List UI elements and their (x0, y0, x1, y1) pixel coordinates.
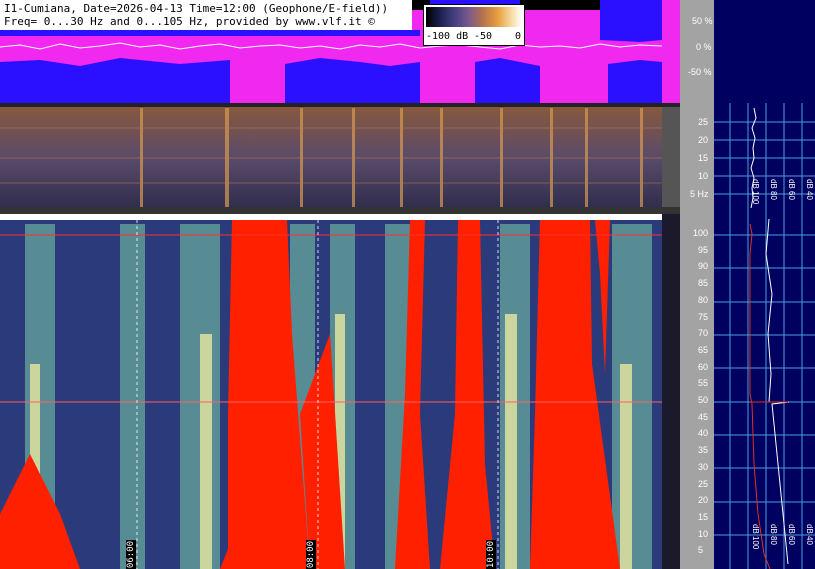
side-db60: dB 60 (787, 524, 796, 545)
freq-tick-40: 40 (698, 428, 709, 439)
freq-tick-50: 50 (698, 395, 709, 405)
low-freq-spectrogram (0, 103, 680, 214)
lf-tick-25: 25 (698, 117, 709, 127)
freq-tick-60: 60 (698, 361, 709, 372)
freq-tick-55: 55 (698, 378, 709, 389)
freq-tick-10: 10 (698, 528, 709, 539)
lf-tick-20: 20 (698, 135, 709, 145)
lf-side-db80: dB 80 (769, 179, 778, 200)
lf-tick-15: 15 (698, 153, 709, 163)
freq-tick-65: 65 (698, 344, 709, 355)
color-scale-mid: -50 (474, 31, 493, 42)
side-db40: dB 40 (805, 524, 814, 545)
freq-tick-15: 15 (698, 511, 709, 522)
lf-side-db100: dB 100 (751, 179, 760, 205)
freq-tick-90: 90 (698, 261, 709, 272)
color-scale: -100 dB -50 0 (423, 4, 525, 46)
color-gradient (426, 7, 522, 27)
freq-tick-70: 70 (698, 328, 709, 339)
freq-tick-95: 95 (698, 244, 709, 255)
frequency-scale: 100 95 90 85 80 75 70 65 60 55 50 45 40 35 30 25 20 15 10 5 (680, 214, 714, 569)
amplitude-scale: 50 % 0 % -50 % (680, 0, 714, 103)
spectrum-side-panel: dB 100 dB 80 dB 60 dB 40 (714, 214, 815, 569)
lf-side-db40: dB 40 (805, 179, 814, 200)
freq-tick-20: 20 (698, 495, 709, 506)
freq-tick-35: 35 (698, 445, 709, 456)
side-db100: dB 100 (751, 524, 760, 550)
color-scale-max: 0 (515, 31, 522, 42)
side-db80: dB 80 (769, 524, 778, 545)
low-freq-scale: 25 20 15 10 5 Hz (680, 103, 714, 214)
color-scale-min: -100 dB (426, 31, 469, 42)
freq-tick-100: 100 (693, 228, 709, 238)
time-label-0600: 06:00 (126, 540, 136, 569)
title-line-1: I1-Cumiana, Date=2026-04-13 Time=12:00 (… (4, 2, 389, 15)
freq-tick-85: 85 (698, 278, 709, 289)
amp-label-50: 50 % (692, 16, 713, 26)
amp-label-neg50: -50 % (688, 67, 712, 77)
lf-tick-5hz: 5 Hz (690, 189, 709, 199)
freq-tick-25: 25 (698, 478, 709, 489)
lf-tick-10: 10 (698, 171, 709, 181)
time-label-0800: 08:00 (306, 540, 316, 569)
low-freq-side-panel: dB 100 dB 80 dB 60 dB 40 (714, 103, 815, 214)
lf-side-db60: dB 60 (787, 179, 796, 200)
freq-tick-30: 30 (698, 461, 709, 472)
freq-tick-45: 45 (698, 411, 709, 422)
freq-tick-5: 5 (698, 545, 704, 556)
title-line-2: Freq= 0...30 Hz and 0...105 Hz, provided… (4, 15, 375, 28)
freq-tick-75: 75 (698, 311, 709, 322)
freq-tick-80: 80 (698, 294, 709, 305)
amplitude-side-panel (714, 0, 815, 103)
amp-label-0: 0 % (696, 42, 712, 52)
time-label-1000: 10:00 (486, 540, 496, 569)
title-header: I1-Cumiana, Date=2026-04-13 Time=12:00 (… (0, 0, 412, 30)
main-spectrogram (0, 214, 680, 569)
